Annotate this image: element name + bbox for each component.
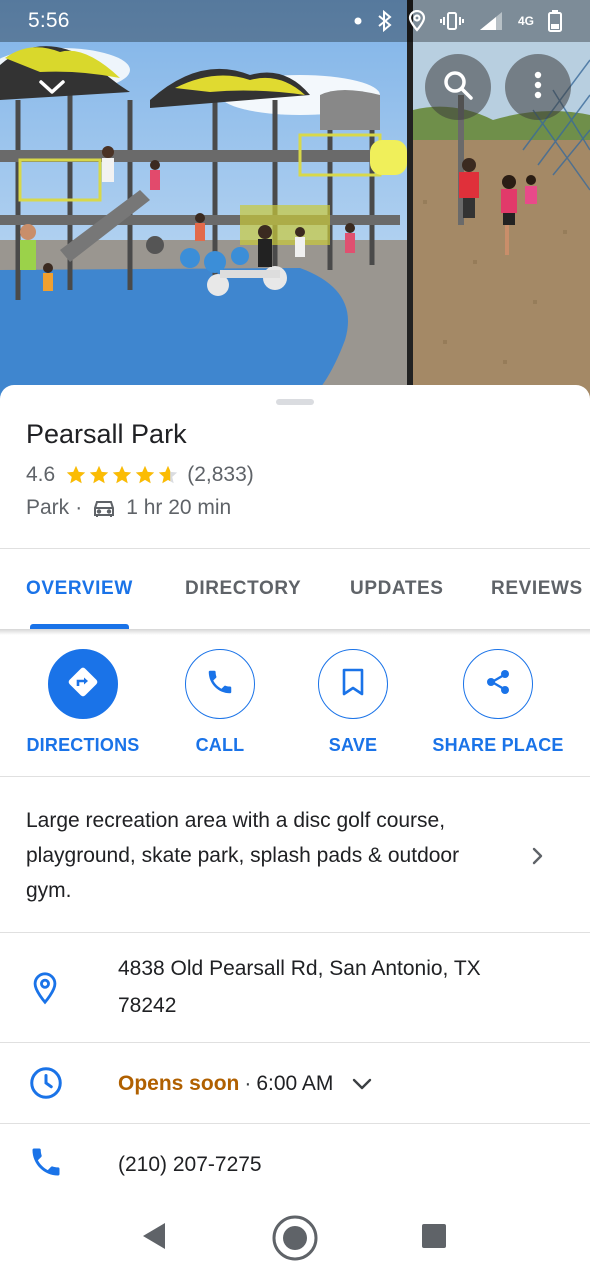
system-nav-bar <box>0 1200 590 1278</box>
address-line-2: 78242 <box>118 994 177 1017</box>
back-triangle-icon <box>141 1221 167 1256</box>
place-category: Park <box>26 496 70 519</box>
place-sheet[interactable]: Pearsall Park 4.6 (2,833) Park · 1 hr 20… <box>0 385 590 1278</box>
place-title: Pearsall Park <box>26 419 187 449</box>
car-icon <box>92 498 116 518</box>
tab-reviews[interactable]: REVIEWS <box>491 549 583 629</box>
star-rating <box>65 464 179 486</box>
status-bar: 5:56 4G <box>0 0 590 42</box>
phone-row[interactable]: (210) 207-7275 <box>0 1124 590 1204</box>
rating-row[interactable]: 4.6 (2,833) <box>26 463 254 487</box>
share-circle[interactable] <box>463 649 533 719</box>
directions-icon <box>66 665 100 704</box>
directions-circle[interactable] <box>48 649 118 719</box>
call-label: CALL <box>195 735 245 755</box>
review-count[interactable]: (2,833) <box>187 463 254 487</box>
tab-directory[interactable]: DIRECTORY <box>185 549 301 629</box>
address-row[interactable]: 4838 Old Pearsall Rd, San Antonio, TX 78… <box>0 933 590 1041</box>
phone-number: (210) 207-7275 <box>118 1153 262 1176</box>
battery-icon <box>548 10 562 32</box>
star-icon <box>90 465 109 484</box>
tab-overview[interactable]: OVERVIEW <box>26 549 133 629</box>
photo-carousel[interactable] <box>0 0 590 400</box>
location-icon <box>408 10 426 32</box>
directions-button[interactable]: DIRECTIONS <box>26 649 140 756</box>
travel-time: 1 hr 20 min <box>126 496 232 519</box>
vibrate-icon <box>439 11 464 31</box>
hours-row[interactable]: Opens soon · 6:00 AM <box>0 1043 590 1123</box>
star-icon <box>159 465 178 484</box>
hours-text: Opens soon · 6:00 AM <box>118 1065 373 1102</box>
star-icon <box>113 465 132 484</box>
clock-icon <box>28 1065 64 1101</box>
save-label: SAVE <box>328 735 378 755</box>
directions-label: DIRECTIONS <box>26 735 140 755</box>
bookmark-icon <box>340 667 366 702</box>
star-icon <box>136 465 155 484</box>
home-button[interactable] <box>270 1215 320 1265</box>
location-pin-icon <box>28 969 62 1007</box>
home-circle-icon <box>271 1214 319 1267</box>
call-circle[interactable] <box>185 649 255 719</box>
share-place-button[interactable]: SHARE PLACE <box>432 649 564 756</box>
recents-square-icon <box>421 1223 447 1254</box>
address-text: 4838 Old Pearsall Rd, San Antonio, TX 78… <box>118 950 481 1024</box>
hours-time: 6:00 AM <box>256 1072 334 1095</box>
meta-separator: · <box>75 496 83 519</box>
recents-button[interactable] <box>418 1222 450 1254</box>
status-time: 5:56 <box>28 9 70 32</box>
rating-value: 4.6 <box>26 463 56 486</box>
tabs-shadow <box>0 629 590 635</box>
action-buttons: DIRECTIONS CALL SAVE SHARE PLACE <box>0 649 590 779</box>
chevron-right-icon <box>530 847 544 870</box>
star-icon <box>67 465 86 484</box>
drag-handle[interactable] <box>276 399 314 405</box>
hours-separator: · <box>244 1072 252 1095</box>
save-circle[interactable] <box>318 649 388 719</box>
back-button[interactable] <box>136 1220 172 1256</box>
search-button[interactable] <box>425 54 491 120</box>
search-icon <box>442 69 474 106</box>
phone-icon <box>28 1144 64 1180</box>
address-line-1: 4838 Old Pearsall Rd, San Antonio, TX <box>118 957 481 980</box>
more-options-button[interactable] <box>505 54 571 120</box>
chevron-down-icon <box>37 77 67 102</box>
place-details-screen: 5:56 4G Pearsall Park 4.6 (2,833) Park ·… <box>0 0 590 1278</box>
network-type-label: 4G <box>517 14 534 28</box>
chevron-down-icon[interactable] <box>351 1077 373 1091</box>
collapse-button[interactable] <box>24 64 80 114</box>
share-place-label: SHARE PLACE <box>432 735 564 755</box>
tab-bar[interactable]: OVERVIEW DIRECTORY UPDATES REVIEWS <box>0 549 590 629</box>
place-description: Large recreation area with a disc golf c… <box>26 809 460 902</box>
meta-row: Park · 1 hr 20 min <box>26 496 231 520</box>
hours-status: Opens soon <box>118 1072 240 1095</box>
bluetooth-icon <box>376 10 394 32</box>
call-button[interactable]: CALL <box>175 649 265 756</box>
save-button[interactable]: SAVE <box>308 649 398 756</box>
phone-icon <box>205 667 235 702</box>
description-row[interactable]: Large recreation area with a disc golf c… <box>0 777 590 932</box>
more-vert-icon <box>534 71 542 104</box>
tab-updates[interactable]: UPDATES <box>350 549 444 629</box>
notification-dot-icon <box>354 17 362 25</box>
signal-icon <box>478 10 504 32</box>
status-icons: 4G <box>354 10 562 32</box>
photo-playground[interactable] <box>0 0 407 400</box>
share-icon <box>483 667 513 702</box>
